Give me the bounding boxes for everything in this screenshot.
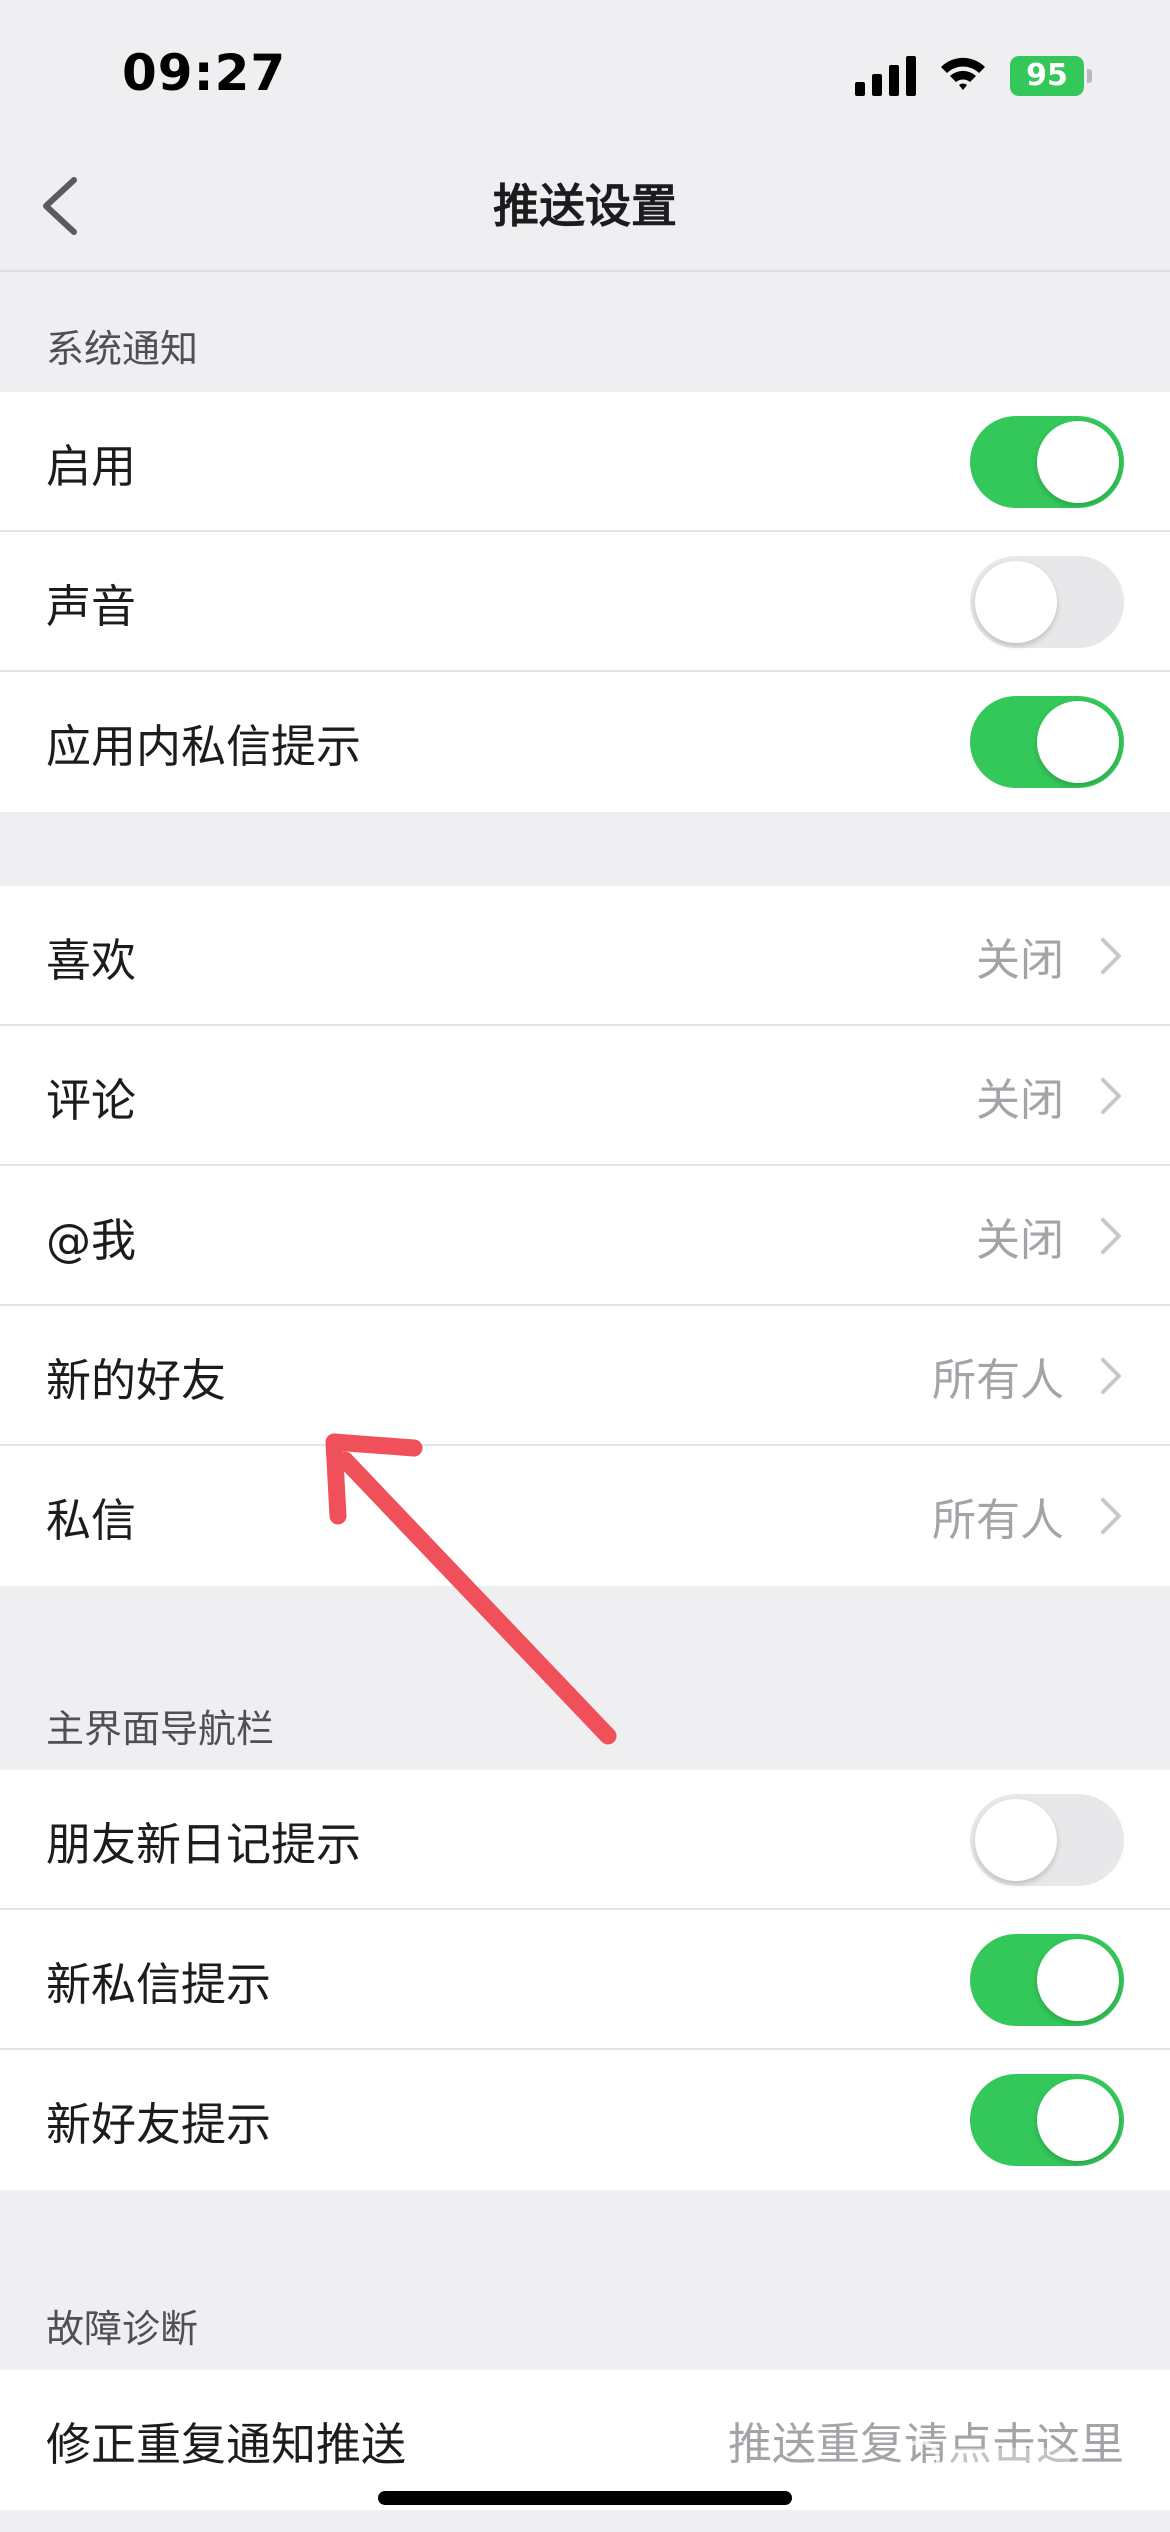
setting-row-likes[interactable]: 喜欢 关闭 [0, 886, 1170, 1026]
chevron-right-icon [1101, 938, 1121, 974]
row-label: 声音 [46, 579, 137, 633]
navigation-bar: 推送设置 [0, 140, 1170, 272]
enable-toggle[interactable] [970, 416, 1124, 508]
settings-screen: 09:27 95 推送设置 系统通知 启用 声音 应用内私信提示 喜欢 关闭 评… [0, 0, 1170, 2532]
row-label: 新私信提示 [46, 1957, 272, 2011]
chevron-right-icon [1101, 1358, 1121, 1394]
in-app-dm-toggle[interactable] [970, 696, 1124, 788]
row-value: 所有人 [932, 1495, 1064, 1546]
section-header-main-nav: 主界面导航栏 [46, 1707, 275, 1751]
battery-icon: 95 [1010, 56, 1092, 96]
setting-row-new-dm: 新私信提示 [0, 1910, 1170, 2050]
row-label: 评论 [46, 1073, 137, 1127]
sound-toggle[interactable] [970, 556, 1124, 648]
section-header-diagnosis: 故障诊断 [46, 2307, 199, 2351]
row-value: 关闭 [976, 935, 1064, 986]
setting-row-mentions[interactable]: @我 关闭 [0, 1166, 1170, 1306]
row-label: 喜欢 [46, 933, 137, 987]
baidu-watermark-icon [900, 2440, 1070, 2480]
chevron-right-icon [1101, 1218, 1121, 1254]
row-label: 启用 [46, 439, 137, 493]
row-value: 所有人 [932, 1355, 1064, 1406]
row-label: 朋友新日记提示 [46, 1817, 362, 1871]
wifi-icon [941, 57, 985, 90]
setting-row-comments[interactable]: 评论 关闭 [0, 1026, 1170, 1166]
row-label: @我 [46, 1213, 137, 1267]
row-label: 新好友提示 [46, 2097, 272, 2151]
battery-level: 95 [1026, 58, 1068, 93]
new-dm-toggle[interactable] [970, 1934, 1124, 2026]
cellular-signal-icon [855, 56, 916, 96]
status-bar: 09:27 95 [0, 0, 1170, 140]
setting-row-in-app-dm: 应用内私信提示 [0, 672, 1170, 812]
setting-row-new-friends[interactable]: 新的好友 所有人 [0, 1306, 1170, 1446]
row-label: 应用内私信提示 [46, 719, 362, 773]
friend-diary-toggle[interactable] [970, 1794, 1124, 1886]
row-value: 关闭 [976, 1075, 1064, 1126]
page-title: 推送设置 [493, 179, 677, 233]
setting-row-new-friend-alert: 新好友提示 [0, 2050, 1170, 2190]
status-time: 09:27 [122, 44, 287, 102]
section-header-system: 系统通知 [46, 327, 199, 371]
row-label: 新的好友 [46, 1353, 227, 1407]
setting-row-friend-diary: 朋友新日记提示 [0, 1770, 1170, 1910]
row-value: 关闭 [976, 1215, 1064, 1266]
new-friend-alert-toggle[interactable] [970, 2074, 1124, 2166]
chevron-left-icon [43, 177, 77, 235]
row-label: 修正重复通知推送 [46, 2417, 407, 2471]
home-indicator [378, 2491, 792, 2505]
chevron-right-icon [1101, 1498, 1121, 1534]
setting-row-enable: 启用 [0, 392, 1170, 532]
chevron-right-icon [1101, 1078, 1121, 1114]
setting-row-direct-messages[interactable]: 私信 所有人 [0, 1446, 1170, 1586]
row-label: 私信 [46, 1493, 137, 1547]
setting-row-sound: 声音 [0, 532, 1170, 672]
back-button[interactable] [28, 168, 104, 244]
